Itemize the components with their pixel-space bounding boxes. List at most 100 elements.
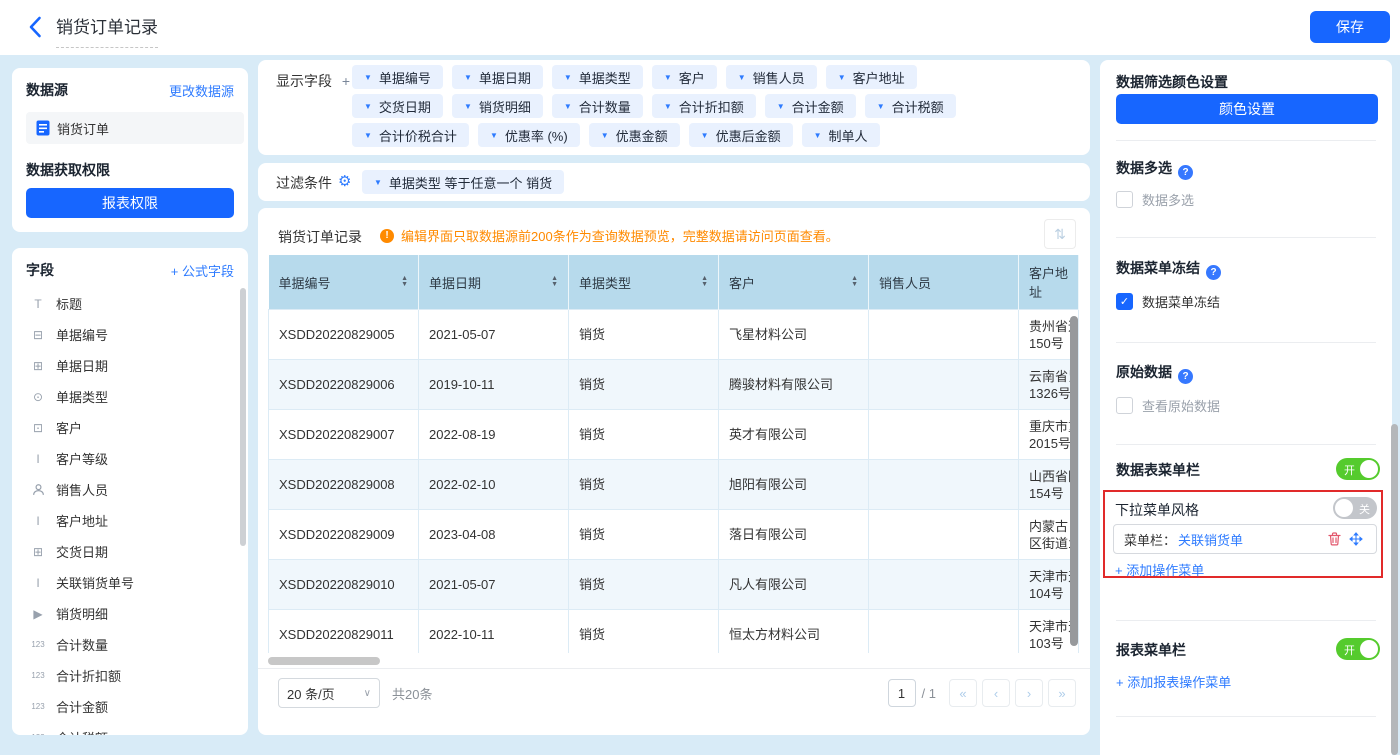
display-field-chip[interactable]: ▼ 单据日期	[451, 65, 543, 89]
chip-label: 单据编号	[378, 70, 431, 86]
field-item[interactable]: ⊡ 客户	[12, 412, 248, 443]
field-item[interactable]: ⊟ 单据编号	[12, 319, 248, 350]
table-header-row: 单据编号 ▲ ▼ 单据日期 ▲ ▼ 单据类型 ▲ ▼ 客户 ▲ ▼ 销售人员 客户地址	[268, 255, 1079, 310]
field-item[interactable]: 123 合计税额	[12, 722, 248, 735]
field-item[interactable]: I 关联销货单号	[12, 567, 248, 598]
display-field-chip[interactable]: ▼ 客户地址	[825, 65, 917, 89]
display-field-chip[interactable]: ▼ 合计价税合计	[352, 123, 469, 147]
field-item[interactable]: ⊞ 交货日期	[12, 536, 248, 567]
table-row[interactable]: XSDD20220829007 2022-08-19 销货 英才有限公司 重庆市重 20…	[268, 409, 1079, 460]
display-field-chip[interactable]: ▼ 客户	[651, 65, 717, 89]
table-cell	[868, 309, 1019, 360]
help-icon[interactable]: ?	[1206, 265, 1221, 280]
chevron-down-icon: ▼	[374, 177, 382, 187]
sort-arrows-icon[interactable]: ▲ ▼	[701, 275, 708, 288]
column-header[interactable]: 客户地址	[1018, 255, 1079, 310]
display-field-chip[interactable]: ▼ 单据编号	[352, 65, 443, 89]
display-field-chip[interactable]: ▼ 销货明细	[451, 94, 543, 118]
field-item[interactable]: T 标题	[12, 288, 248, 319]
datasource-item[interactable]: 销货订单	[26, 112, 244, 144]
multi-select-title-text: 数据多选	[1116, 160, 1172, 176]
move-menu-icon[interactable]	[1346, 529, 1366, 549]
column-header[interactable]: 客户 ▲ ▼	[718, 255, 869, 310]
window-scrollbar[interactable]	[1391, 424, 1398, 755]
display-field-chip[interactable]: ▼ 合计折扣额	[651, 94, 756, 118]
table-panel: 销货订单记录 ! 编辑界面只取数据源前200条作为查询数据预览，完整数据请访问页…	[258, 208, 1090, 735]
field-item[interactable]: ⊙ 单据类型	[12, 381, 248, 412]
field-item[interactable]: 123 合计金额	[12, 691, 248, 722]
field-item[interactable]: 销售人员	[12, 474, 248, 505]
add-report-menu-link[interactable]: + 添加报表操作菜单	[1116, 672, 1231, 691]
raw-data-checkbox[interactable]: 查看原始数据	[1116, 396, 1220, 415]
table-row[interactable]: XSDD20220829011 2022-10-11 销货 恒太方材料公司 天津市天 1…	[268, 609, 1079, 653]
display-field-chip[interactable]: ▼ 合计金额	[764, 94, 856, 118]
chevron-down-icon: ▼	[463, 72, 472, 82]
menu-freeze-checkbox[interactable]: ✓ 数据菜单冻结	[1116, 292, 1220, 311]
last-page-button[interactable]: »	[1048, 679, 1076, 707]
add-display-field-button[interactable]: +	[342, 73, 350, 89]
table-cell	[868, 409, 1019, 460]
add-action-menu-link[interactable]: + 添加操作菜单	[1115, 560, 1204, 579]
column-header[interactable]: 单据类型 ▲ ▼	[568, 255, 719, 310]
prev-page-button[interactable]: ‹	[982, 679, 1010, 707]
table-horizontal-scrollbar[interactable]	[268, 657, 380, 665]
display-field-chip[interactable]: ▼ 制单人	[801, 123, 880, 147]
table-viewport: 单据编号 ▲ ▼ 单据日期 ▲ ▼ 单据类型 ▲ ▼ 客户 ▲ ▼ 销售人员 客户地址 XSDD20220…	[268, 255, 1080, 653]
back-icon[interactable]	[28, 16, 42, 38]
add-formula-field-link[interactable]: + 公式字段	[171, 261, 234, 280]
table-row[interactable]: XSDD20220829010 2021-05-07 销货 凡人有限公司 天津市天 10…	[268, 559, 1079, 610]
field-item[interactable]: ▶ 销货明细	[12, 598, 248, 629]
report-permission-button[interactable]: 报表权限	[26, 188, 234, 218]
table-sort-icon[interactable]: ⇅	[1044, 219, 1076, 249]
chip-label: 销售人员	[752, 70, 805, 86]
menu-freeze-title-text: 数据菜单冻结	[1116, 260, 1200, 276]
field-list: T 标题 ⊟ 单据编号 ⊞ 单据日期 ⊙ 单据类型 ⊡ 客户 I 客户等级 销售人员 I 客户地址 ⊞ 交货日期…	[12, 288, 248, 736]
display-field-chip[interactable]: ▼ 优惠金额	[588, 123, 680, 147]
table-menu-bar-toggle[interactable]: 开	[1336, 458, 1380, 480]
display-field-chip[interactable]: ▼ 优惠后金额	[688, 123, 793, 147]
field-item[interactable]: I 客户地址	[12, 505, 248, 536]
field-item[interactable]: 123 合计折扣额	[12, 660, 248, 691]
display-field-chip[interactable]: ▼ 合计数量	[551, 94, 643, 118]
page-size-select[interactable]: 20 条/页 ∨	[278, 678, 380, 708]
change-datasource-link[interactable]: 更改数据源	[169, 81, 234, 100]
save-button[interactable]: 保存	[1310, 11, 1390, 43]
display-field-chip[interactable]: ▼ 销售人员	[725, 65, 817, 89]
dropdown-style-toggle[interactable]: 关	[1333, 497, 1377, 519]
column-header[interactable]: 单据日期 ▲ ▼	[418, 255, 569, 310]
page-number-input[interactable]: 1	[887, 679, 916, 707]
field-item[interactable]: 123 合计数量	[12, 629, 248, 660]
menu-bar-item[interactable]: 菜单栏： 关联销货单	[1113, 524, 1377, 554]
field-item[interactable]: ⊞ 单据日期	[12, 350, 248, 381]
filter-condition-chip[interactable]: ▼ 单据类型 等于任意一个 销货	[362, 170, 565, 194]
display-field-chip[interactable]: ▼ 交货日期	[352, 94, 443, 118]
display-field-chip[interactable]: ▼ 合计税额	[864, 94, 956, 118]
fields-scrollbar[interactable]	[240, 288, 246, 546]
display-field-chip[interactable]: ▼ 优惠率 (%)	[477, 123, 580, 147]
toggle-knob	[1335, 499, 1353, 517]
column-header[interactable]: 销售人员	[868, 255, 1019, 310]
sort-arrows-icon[interactable]: ▲ ▼	[401, 275, 408, 288]
sort-arrows-icon[interactable]: ▲ ▼	[551, 275, 558, 288]
table-row[interactable]: XSDD20220829009 2023-04-08 销货 落日有限公司 内蒙古自 区街…	[268, 509, 1079, 560]
first-page-button[interactable]: «	[949, 679, 977, 707]
color-settings-button[interactable]: 颜色设置	[1116, 94, 1378, 124]
table-vertical-scrollbar[interactable]	[1070, 316, 1078, 646]
field-item[interactable]: I 客户等级	[12, 443, 248, 474]
chevron-down-icon: ▼	[700, 130, 709, 140]
sort-arrows-icon[interactable]: ▲ ▼	[851, 275, 858, 288]
delete-menu-icon[interactable]	[1324, 529, 1344, 549]
filter-settings-gear-icon[interactable]: ⚙	[338, 172, 351, 190]
table-row[interactable]: XSDD20220829006 2019-10-11 销货 腾骏材料有限公司 云南省昆 …	[268, 359, 1079, 410]
display-field-chip[interactable]: ▼ 单据类型	[551, 65, 643, 89]
menu-bar-value-link[interactable]: 关联销货单	[1178, 530, 1243, 549]
pagination-right: 1 / 1 «‹ ›»	[887, 679, 1076, 707]
table-row[interactable]: XSDD20220829008 2022-02-10 销货 旭阳有限公司 山西省阳 15…	[268, 459, 1079, 510]
table-row[interactable]: XSDD20220829005 2021-05-07 销货 飞星材料公司 贵州省遵 15…	[268, 309, 1079, 360]
multi-select-checkbox[interactable]: 数据多选	[1116, 190, 1194, 209]
help-icon[interactable]: ?	[1178, 165, 1193, 180]
column-header[interactable]: 单据编号 ▲ ▼	[268, 255, 419, 310]
report-menu-bar-toggle[interactable]: 开	[1336, 638, 1380, 660]
next-page-button[interactable]: ›	[1015, 679, 1043, 707]
help-icon[interactable]: ?	[1178, 369, 1193, 384]
